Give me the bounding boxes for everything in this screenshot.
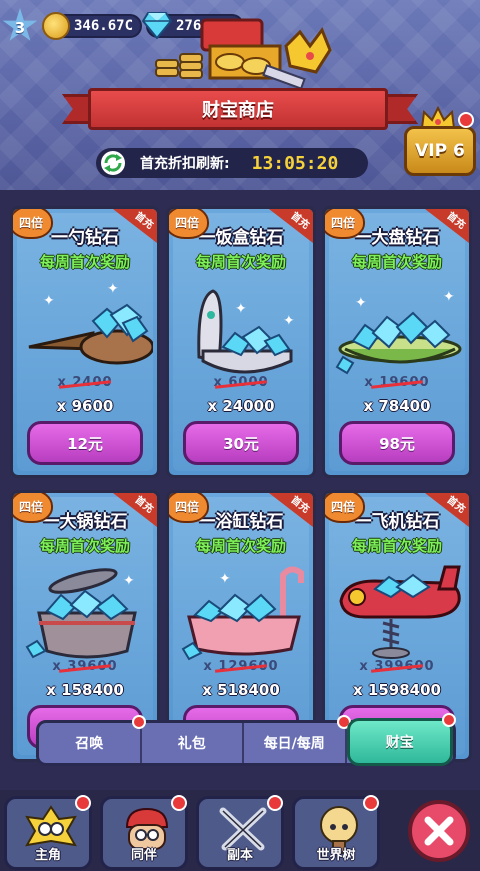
page-title: 财宝商店 — [88, 88, 388, 130]
refresh-timer: 13:05:20 — [251, 152, 339, 174]
svg-text:✦: ✦ — [235, 301, 247, 317]
nav-notification-dot — [363, 795, 379, 811]
card-old-amount: x 2400 — [13, 375, 157, 390]
quadruple-badge: 四倍 — [325, 493, 365, 523]
quadruple-badge: 四倍 — [13, 493, 53, 523]
card-amount: x 518400 — [202, 681, 280, 699]
nav-notification-dot — [75, 795, 91, 811]
quadruple-badge: 四倍 — [169, 493, 209, 523]
quadruple-badge: 四倍 — [325, 209, 365, 239]
card-amount: x 24000 — [207, 397, 275, 415]
vip-button[interactable]: VIP 6 — [404, 126, 476, 176]
buy-button[interactable]: 98元 — [339, 421, 455, 465]
close-icon — [424, 816, 454, 846]
card-old-amount: x 399600 — [325, 659, 469, 674]
close-button[interactable] — [408, 800, 470, 862]
nav-world-tree[interactable]: 世界树 — [292, 795, 380, 870]
nav-label: 副本 — [226, 848, 253, 863]
card-amount: x 1598400 — [353, 681, 441, 699]
lunchbox-of-diamonds-icon: ✦ ✦ — [197, 289, 295, 374]
refresh-icon — [101, 151, 125, 175]
tab-notification-dot — [442, 713, 456, 727]
nav-dungeon[interactable]: 副本 — [196, 795, 284, 870]
card-old-amount: x 39600 — [13, 659, 157, 674]
nav-hero[interactable]: 主角 — [4, 795, 92, 870]
svg-text:✦: ✦ — [107, 281, 119, 297]
spoon-of-diamonds-icon: ✦ ✦ — [28, 281, 153, 365]
plate-of-diamonds-icon: ✦ ✦ — [335, 289, 462, 375]
bathtub-of-diamonds-icon: ✦ — [181, 566, 304, 661]
tab-gift-pack[interactable]: 礼包 — [142, 723, 244, 763]
card-amount: x 9600 — [56, 397, 114, 415]
quadruple-badge: 四倍 — [13, 209, 53, 239]
shop-card-plate[interactable]: 一大盘钻石 每周首次奖励 ✦ ✦ x 19600 x 78400 98元 四倍 … — [322, 206, 472, 478]
card-old-amount: x 19600 — [325, 375, 469, 390]
card-subtitle: 每周首次奖励 — [39, 537, 130, 555]
card-subtitle: 每周首次奖励 — [195, 537, 286, 555]
svg-text:✦: ✦ — [43, 293, 55, 309]
card-subtitle: 每周首次奖励 — [39, 253, 130, 271]
shop-card-spoon[interactable]: 一勺钻石 每周首次奖励 ✦ ✦ x 2400 x 9600 12元 四倍 首充 — [10, 206, 160, 478]
svg-text:✦: ✦ — [443, 289, 455, 305]
tab-daily-weekly[interactable]: 每日/每周 — [244, 715, 351, 763]
svg-text:✦: ✦ — [219, 571, 231, 587]
card-old-amount: x 129600 — [169, 659, 313, 674]
svg-text:✦: ✦ — [355, 295, 367, 311]
coin-icon — [42, 12, 70, 40]
shop-card-lunchbox[interactable]: 一饭盒钻石 每周首次奖励 ✦ ✦ x 6000 x 24000 30元 四倍 首… — [166, 206, 316, 478]
card-subtitle: 每周首次奖励 — [351, 253, 442, 271]
refresh-label: 首充折扣刷新: — [140, 156, 230, 172]
shop-tab-bar: 召唤 礼包 每日/每周 财宝 — [36, 713, 456, 766]
nav-notification-dot — [267, 795, 283, 811]
diamond-icon — [142, 12, 172, 39]
card-subtitle: 每周首次奖励 — [351, 537, 442, 555]
svg-text:✦: ✦ — [123, 573, 135, 589]
nav-partner[interactable]: 同伴 — [100, 795, 188, 870]
vip-notification-dot — [458, 112, 474, 128]
airplane-of-diamonds-icon — [339, 565, 461, 659]
nav-label: 主角 — [34, 848, 61, 863]
card-amount: x 158400 — [46, 681, 124, 699]
quadruple-badge: 四倍 — [169, 209, 209, 239]
nav-label: 同伴 — [130, 848, 157, 863]
tab-treasure[interactable]: 财宝 — [346, 713, 456, 766]
coin-amount: 346.67C — [74, 18, 134, 34]
buy-button[interactable]: 12元 — [27, 421, 143, 465]
pot-of-diamonds-icon: ✦ — [25, 568, 137, 659]
refresh-bar: 首充折扣刷新: 13:05:20 — [96, 148, 368, 178]
nav-label: 世界树 — [316, 848, 356, 863]
tab-summon[interactable]: 召唤 — [39, 715, 146, 763]
card-subtitle: 每周首次奖励 — [195, 253, 286, 271]
buy-button[interactable]: 30元 — [183, 421, 299, 465]
nav-notification-dot — [171, 795, 187, 811]
card-amount: x 78400 — [363, 397, 431, 415]
svg-text:✦: ✦ — [283, 313, 295, 329]
card-old-amount: x 6000 — [169, 375, 313, 390]
